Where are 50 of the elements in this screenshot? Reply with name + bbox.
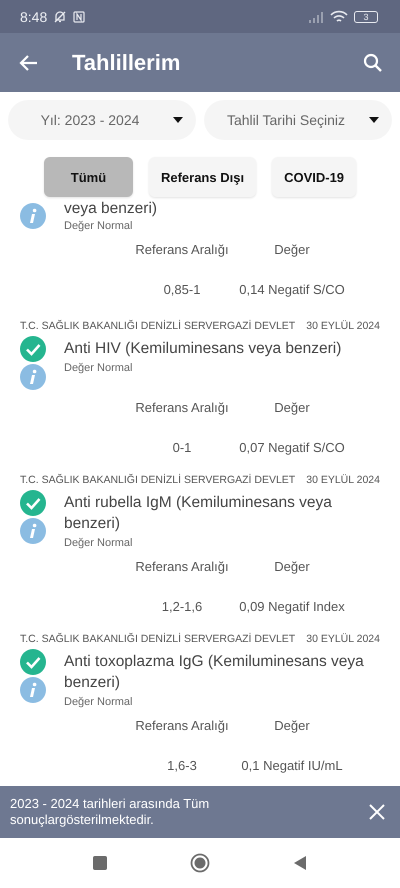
institution-name: T.C. SAĞLIK BAKANLIĞI DENİZLİ SERVERGAZİ DEVLET: [20, 633, 296, 645]
dropdown[interactable]: Yıl: 2023 - 2024: [8, 100, 196, 140]
result-value: 0,09 Negatif Index: [238, 599, 346, 614]
dropdown-arrow-icon: [368, 116, 380, 124]
column-label: Değer: [273, 718, 311, 733]
reference-range: 0-1: [172, 440, 192, 455]
result-status: Değer Normal: [64, 220, 134, 232]
result-status: Değer Normal: [64, 362, 134, 374]
search-icon[interactable]: [362, 52, 384, 74]
institution-name: T.C. SAĞLIK BAKANLIĞI DENİZLİ SERVERGAZİ DEVLET: [20, 474, 296, 486]
reference-range: 1,2-1,6: [160, 599, 204, 614]
reference-range: 1,6-3: [166, 758, 198, 773]
result-status: Değer Normal: [64, 537, 134, 549]
column-label: Değer: [273, 400, 311, 415]
test-name: Anti rubella IgM (Kemiluminesans veya benzeri): [64, 493, 333, 534]
result-value: 0,14 Negatif S/CO: [238, 282, 346, 297]
back-icon[interactable]: [292, 855, 308, 871]
snackbar-message: 2023 - 2024 tarihleri arasında Tüm sonuçlargösterilmektedir.: [10, 796, 210, 828]
filter-tab[interactable]: Referans Dışı: [148, 157, 256, 197]
reference-range: 0,85-1: [162, 282, 202, 297]
column-label: Referans Aralığı: [134, 559, 230, 574]
column-label: Referans Aralığı: [134, 718, 230, 733]
clock: 8:48: [20, 8, 48, 24]
test-name: veya benzeri): [64, 201, 158, 217]
test-name: Anti HIV (Kemiluminesans veya benzeri): [64, 339, 342, 359]
home-icon[interactable]: [190, 853, 210, 873]
result-date: 30 EYLÜL 2024: [306, 320, 380, 332]
result-date: 30 EYLÜL 2024: [306, 474, 380, 486]
column-label: Değer: [273, 559, 311, 574]
column-label: Değer: [273, 242, 311, 257]
close-icon[interactable]: [368, 803, 386, 821]
wifi-icon: [330, 10, 348, 24]
nfc-icon: [73, 10, 86, 22]
result-value: 0,07 Negatif S/CO: [238, 440, 346, 455]
battery-icon: 3: [354, 10, 378, 22]
signal-icon: [308, 10, 324, 22]
result-date: 30 EYLÜL 2024: [306, 633, 380, 645]
muted-bell-icon: [53, 10, 68, 24]
filter-tab[interactable]: COVID-19: [272, 157, 356, 197]
result-status: Değer Normal: [64, 696, 134, 708]
filter-tab[interactable]: Tümü: [44, 157, 133, 197]
screen-title: Tahlillerim: [72, 50, 182, 76]
column-label: Referans Aralığı: [134, 400, 230, 415]
column-label: Referans Aralığı: [134, 242, 230, 257]
result-value: 0,1 Negatif IU/mL: [240, 758, 344, 773]
dropdown[interactable]: Tahlil Tarihi Seçiniz: [204, 100, 392, 140]
dropdown-arrow-icon: [172, 116, 184, 124]
test-name: Anti toxoplazma IgG (Kemiluminesans veya benzeri): [64, 652, 365, 693]
institution-name: T.C. SAĞLIK BAKANLIĞI DENİZLİ SERVERGAZİ DEVLET: [20, 320, 296, 332]
recents-icon[interactable]: [92, 855, 108, 871]
